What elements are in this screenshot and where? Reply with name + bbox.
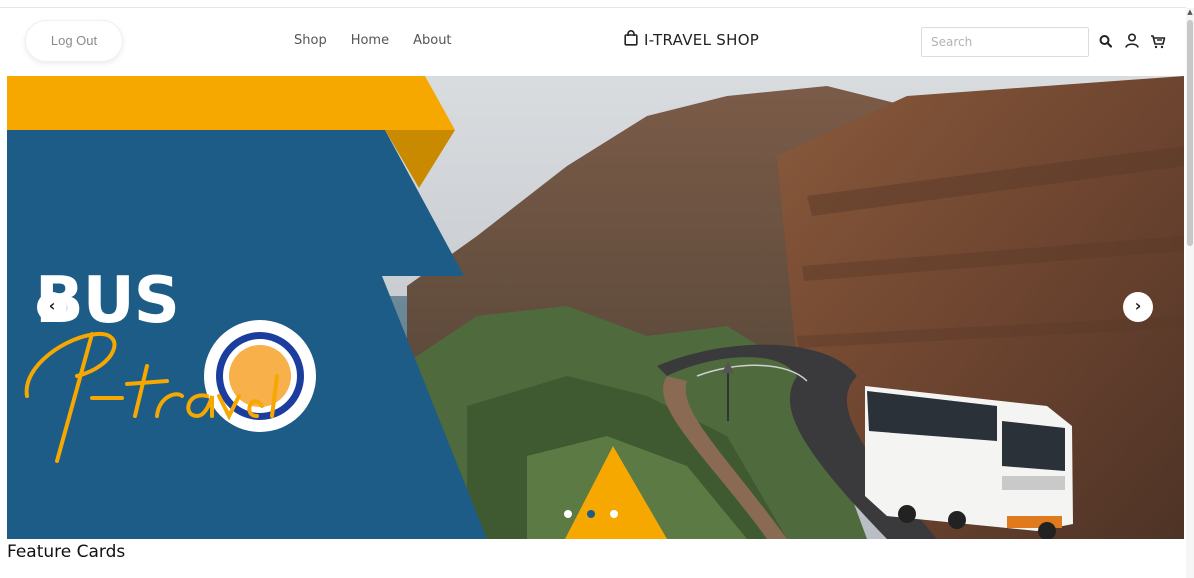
scrollbar-thumb[interactable]	[1187, 20, 1193, 246]
nav-about-link[interactable]: About	[413, 33, 451, 48]
site-header: Log Out Shop Home About I-TRAVEL SHOP	[7, 8, 1184, 76]
brand-logo[interactable]: I-TRAVEL SHOP	[624, 30, 759, 50]
hero-banner-image	[7, 76, 1184, 539]
carousel-dot-2[interactable]	[587, 510, 595, 518]
header-icons	[1097, 32, 1167, 50]
cart-icon[interactable]	[1149, 32, 1167, 50]
scroll-up-arrow-icon[interactable]: ▲	[1187, 8, 1193, 16]
brand-name: I-TRAVEL SHOP	[644, 31, 760, 49]
carousel-dot-1[interactable]	[564, 510, 572, 518]
user-icon[interactable]	[1123, 32, 1141, 50]
nav-home-link[interactable]: Home	[351, 33, 389, 48]
carousel-prev-button[interactable]: ‹	[37, 292, 67, 322]
carousel-next-button[interactable]: ›	[1123, 292, 1153, 322]
search-input[interactable]	[921, 27, 1089, 57]
nav-shop-link[interactable]: Shop	[294, 33, 327, 48]
page: Log Out Shop Home About I-TRAVEL SHOP Se…	[0, 0, 1194, 578]
carousel-dot-3[interactable]	[610, 510, 618, 518]
hero-carousel: BUS ‹ ›	[7, 76, 1184, 539]
shopping-bag-icon	[624, 30, 638, 50]
carousel-indicators	[564, 510, 618, 518]
logout-button[interactable]: Log Out	[25, 20, 123, 62]
search-icon[interactable]	[1097, 32, 1115, 50]
travel-badge-icon	[204, 320, 316, 432]
main-nav: Shop Home About	[294, 33, 452, 48]
section-title: Feature Cards	[7, 542, 126, 562]
